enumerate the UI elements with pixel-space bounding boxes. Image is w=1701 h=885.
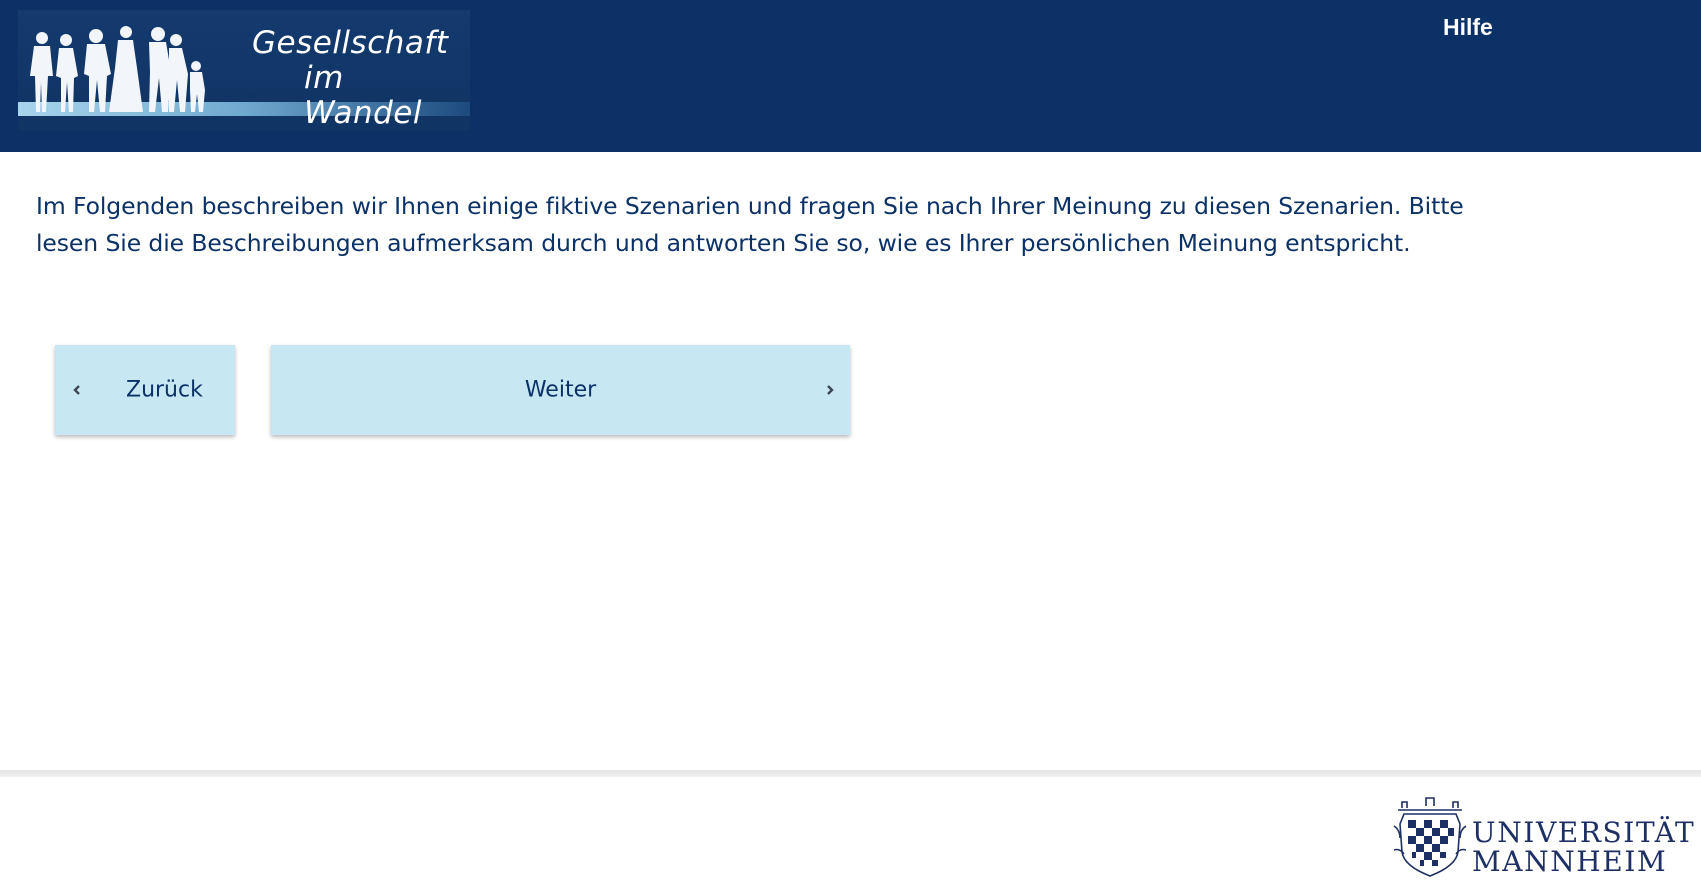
back-button-label: Zurück: [126, 377, 203, 403]
university-name: UNIVERSITÄT MANNHEIM: [1472, 818, 1695, 876]
universitaet-mannheim-logo: UNIVERSITÄT MANNHEIM: [1390, 796, 1694, 882]
intro-text: Im Folgenden beschreiben wir Ihnen einig…: [36, 192, 1464, 257]
logo-line-1: Gesellschaft: [252, 25, 449, 61]
next-button-label: Weiter: [524, 377, 597, 403]
gesellschaft-im-wandel-logo: Gesellschaft im Wandel: [18, 10, 470, 131]
logo-line-2: im Wandel: [304, 60, 422, 131]
university-crest-icon: [1393, 797, 1467, 877]
logo-wordmark: Gesellschaft im Wandel: [234, 26, 470, 131]
chevron-right-icon: [827, 385, 834, 395]
university-name-line-1: UNIVERSITÄT: [1472, 816, 1696, 849]
top-header: Gesellschaft im Wandel Hilfe: [0, 0, 1701, 152]
next-button[interactable]: Weiter: [271, 345, 850, 435]
footer-divider: [0, 770, 1701, 777]
back-button[interactable]: Zurück: [55, 345, 235, 435]
help-link[interactable]: Hilfe: [1443, 14, 1493, 41]
chevron-left-icon: [73, 385, 80, 395]
university-name-line-2: MANNHEIM: [1472, 845, 1668, 878]
